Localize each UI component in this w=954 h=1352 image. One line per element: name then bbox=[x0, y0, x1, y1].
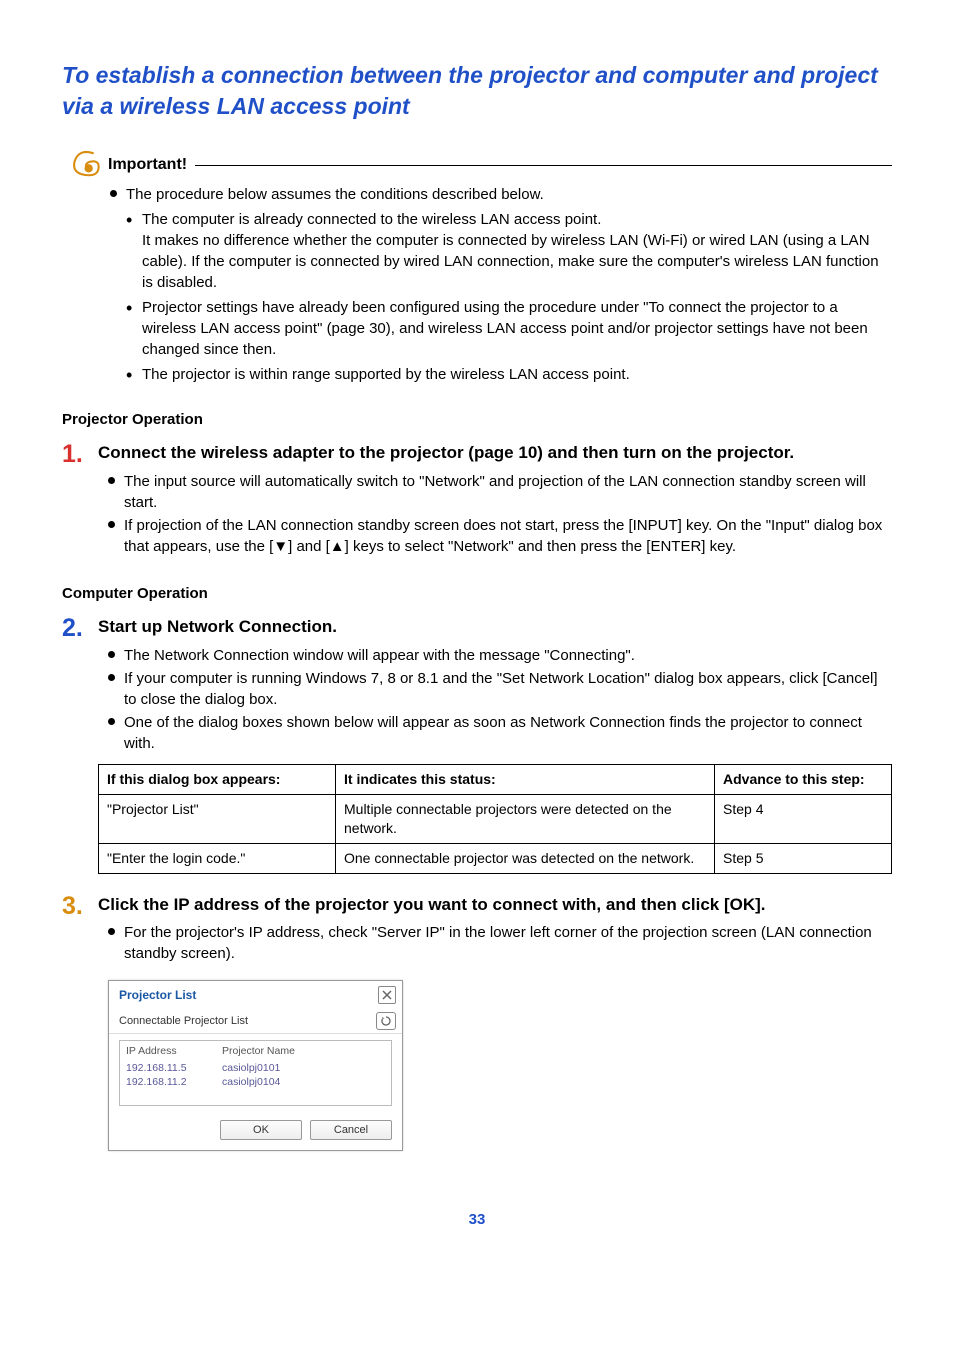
cancel-button[interactable]: Cancel bbox=[310, 1120, 392, 1140]
step-1-number: 1. bbox=[62, 442, 98, 467]
table-cell: One connectable projector was detected o… bbox=[336, 843, 715, 873]
step-1-bullet-2: If projection of the LAN connection stan… bbox=[108, 515, 892, 557]
table-row: "Projector List" Multiple connectable pr… bbox=[99, 794, 892, 843]
dialog-title: Projector List bbox=[119, 988, 196, 1002]
list-item-ip: 192.168.11.2 bbox=[126, 1076, 222, 1088]
step-3-bullet-1: For the projector's IP address, check "S… bbox=[108, 922, 892, 964]
projector-list-box: IP Address Projector Name 192.168.11.5 c… bbox=[119, 1040, 392, 1106]
ok-button[interactable]: OK bbox=[220, 1120, 302, 1140]
step-2-bullet-2: If your computer is running Windows 7, 8… bbox=[108, 668, 892, 710]
table-cell: Step 4 bbox=[715, 794, 892, 843]
list-item-ip: 192.168.11.5 bbox=[126, 1062, 222, 1074]
close-icon[interactable] bbox=[378, 986, 396, 1004]
important-sub-3: The projector is within range supported … bbox=[126, 364, 892, 385]
table-header-1: If this dialog box appears: bbox=[99, 764, 336, 794]
step-2-number: 2. bbox=[62, 616, 98, 641]
table-cell: Step 5 bbox=[715, 843, 892, 873]
refresh-icon[interactable] bbox=[376, 1012, 396, 1030]
list-item[interactable]: 192.168.11.5 casiolpj0101 bbox=[126, 1061, 385, 1075]
table-cell: "Enter the login code." bbox=[99, 843, 336, 873]
step-2-bullet-1: The Network Connection window will appea… bbox=[108, 645, 892, 666]
list-item-name: casiolpj0101 bbox=[222, 1062, 385, 1074]
projector-list-dialog: Projector List Connectable Projector Lis… bbox=[108, 980, 403, 1151]
table-header-3: Advance to this step: bbox=[715, 764, 892, 794]
step-3-title: Click the IP address of the projector yo… bbox=[98, 894, 892, 917]
important-sub-2: Projector settings have already been con… bbox=[126, 297, 892, 360]
page-title: To establish a connection between the pr… bbox=[62, 60, 892, 122]
table-cell: "Projector List" bbox=[99, 794, 336, 843]
important-bullets: The procedure below assumes the conditio… bbox=[110, 184, 892, 385]
step-2-bullet-3: One of the dialog boxes shown below will… bbox=[108, 712, 892, 754]
important-label: Important! bbox=[108, 156, 187, 174]
important-header: Important! bbox=[70, 150, 892, 180]
step-3-number: 3. bbox=[62, 894, 98, 919]
step-2-title: Start up Network Connection. bbox=[98, 616, 892, 639]
table-header-2: It indicates this status: bbox=[336, 764, 715, 794]
step-1: 1. Connect the wireless adapter to the p… bbox=[62, 442, 892, 559]
list-item-name: casiolpj0104 bbox=[222, 1076, 385, 1088]
projector-operation-heading: Projector Operation bbox=[62, 411, 892, 428]
table-cell: Multiple connectable projectors were det… bbox=[336, 794, 715, 843]
step-2: 2. Start up Network Connection. The Netw… bbox=[62, 616, 892, 874]
step-1-bullet-1: The input source will automatically swit… bbox=[108, 471, 892, 513]
attention-loop-icon bbox=[70, 150, 104, 180]
list-item[interactable]: 192.168.11.2 casiolpj0104 bbox=[126, 1075, 385, 1089]
table-row: "Enter the login code." One connectable … bbox=[99, 843, 892, 873]
computer-operation-heading: Computer Operation bbox=[62, 585, 892, 602]
step-1-title: Connect the wireless adapter to the proj… bbox=[98, 442, 892, 465]
page-number: 33 bbox=[62, 1211, 892, 1228]
step-3: 3. Click the IP address of the projector… bbox=[62, 894, 892, 967]
dialog-status-table: If this dialog box appears: It indicates… bbox=[98, 764, 892, 874]
important-sub-1: The computer is already connected to the… bbox=[126, 209, 892, 293]
list-header-name: Projector Name bbox=[222, 1045, 385, 1057]
list-header-ip: IP Address bbox=[126, 1045, 222, 1057]
important-rule bbox=[195, 165, 892, 166]
dialog-subtitle: Connectable Projector List bbox=[119, 1015, 248, 1027]
important-intro: The procedure below assumes the conditio… bbox=[110, 184, 892, 205]
